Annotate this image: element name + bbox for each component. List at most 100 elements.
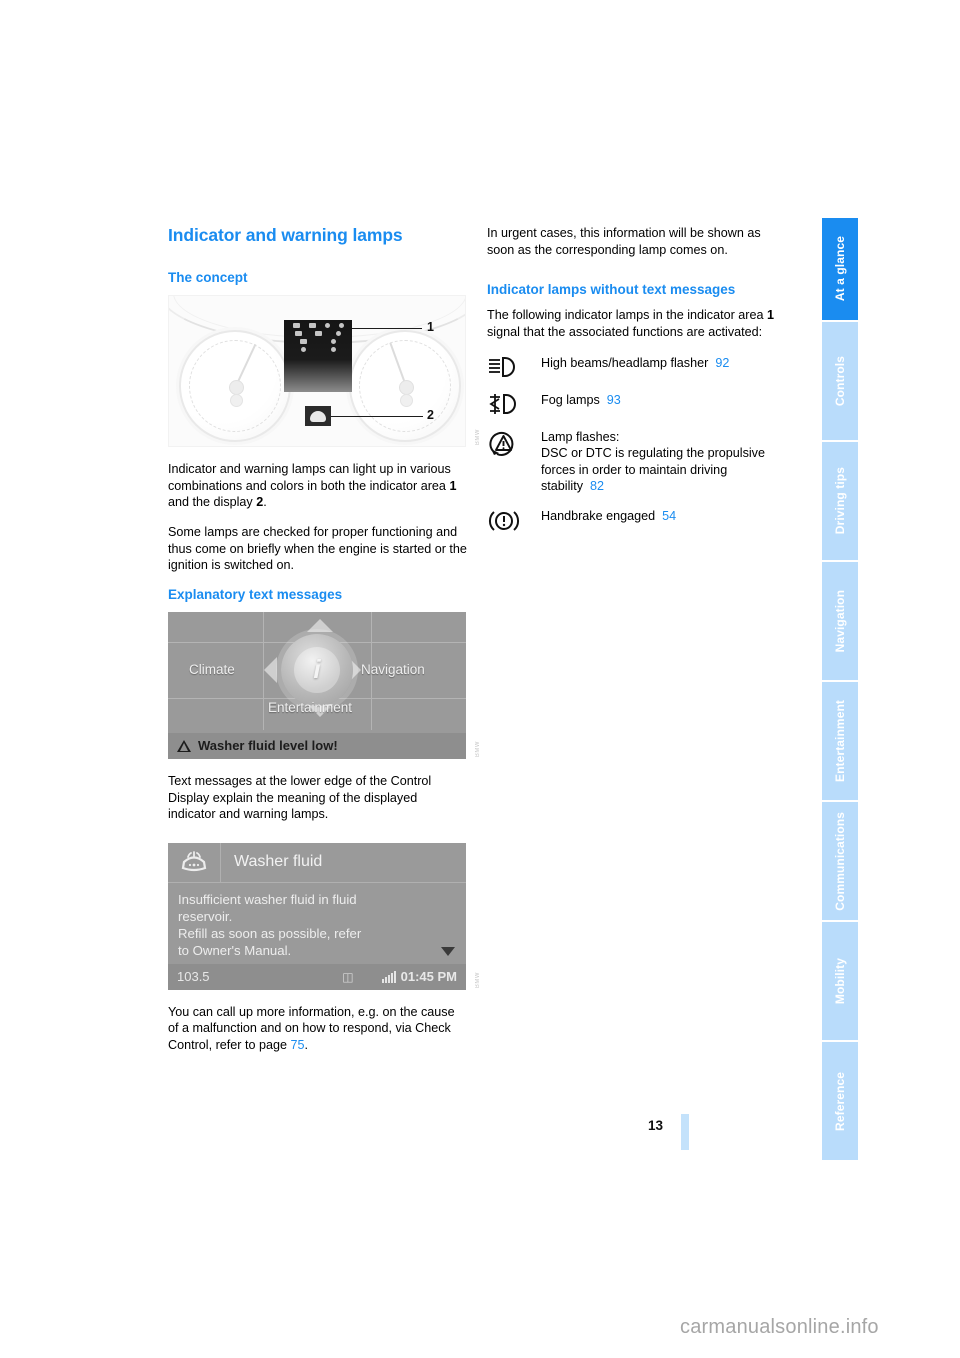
callout-leader-2 [331, 416, 423, 418]
page-reference[interactable]: 92 [715, 356, 729, 370]
callout-2: 2 [427, 408, 434, 423]
arrow-up-icon[interactable] [307, 618, 333, 632]
message-body: Insufficient washer fluid in fluid reser… [168, 883, 466, 959]
heading-explanatory-text-messages: Explanatory text messages [168, 586, 343, 602]
brake-telltale-icon [310, 410, 326, 422]
lamp-row [284, 336, 352, 345]
clock-time: 01:45 PM [400, 969, 457, 985]
chapter-tabs-sidebar: At a glance Controls Driving tips Naviga… [822, 218, 858, 1162]
concept-paragraph-2: Some lamps are checked for proper functi… [168, 524, 467, 573]
explanatory-paragraph-2: You can call up more information, e.g. o… [168, 1004, 468, 1054]
page-reference-75[interactable]: 75 [291, 1038, 305, 1052]
page-reference[interactable]: 54 [662, 509, 676, 523]
info-icon: i [294, 646, 340, 693]
menu-item-entertainment[interactable]: Entertainment [268, 700, 352, 715]
lamp-label-line-2: DSC or DTC is regulating the propulsive … [541, 446, 765, 494]
indicator-lamp-table: High beams/headlamp flasher 92 Fog lamps… [487, 354, 787, 534]
message-line: Refill as soon as possible, refer [178, 925, 362, 941]
message-header: Washer fluid [168, 842, 466, 883]
lamp-row [284, 320, 352, 329]
telltale-icon [300, 339, 307, 345]
lamp-label-line-1: Lamp flashes: [541, 429, 620, 444]
message-line: reservoir. [178, 908, 233, 924]
sidebar-tab-at-a-glance[interactable]: At a glance [822, 218, 858, 320]
control-display-status-bar: 103.5 ◫ 01:45 PM [168, 963, 466, 990]
radio-frequency: 103.5 [177, 969, 210, 985]
telltale-icon [292, 323, 300, 329]
sidebar-tab-reference[interactable]: Reference [822, 1042, 858, 1160]
indicator-lamp-area [284, 320, 352, 393]
figure-id-watermark: BMW [475, 740, 481, 757]
callout-leader-1 [352, 328, 422, 330]
lamp-row [284, 344, 352, 353]
page-reference[interactable]: 82 [590, 479, 604, 493]
table-cell-label: Lamp flashes: DSC or DTC is regulating th… [541, 428, 787, 495]
table-cell-label: High beams/headlamp flasher 92 [541, 354, 787, 372]
concept-p1-text-c: . [263, 495, 267, 510]
site-watermark: carmanualsonline.info [680, 1316, 879, 1338]
heading-the-concept: The concept [168, 270, 248, 285]
signal-strength-icon [381, 970, 396, 983]
control-display-status-message-bar: Washer fluid level low! [168, 732, 466, 759]
table-row: High beams/headlamp flasher 92 [487, 354, 787, 379]
handbrake-icon [487, 507, 541, 534]
sidebar-tab-controls[interactable]: Controls [822, 322, 858, 440]
sidebar-tab-label: Mobility [833, 957, 847, 1005]
sidebar-tab-label: Navigation [833, 589, 847, 653]
lamps-intro-a: The following indicator lamps in the ind… [487, 308, 768, 323]
sidebar-tab-navigation[interactable]: Navigation [822, 562, 858, 680]
table-row: Handbrake engaged 54 [487, 507, 787, 534]
control-display-washer-fluid-message: Washer fluid Insufficient washer fluid i… [168, 842, 466, 990]
sidebar-tab-label: Reference [833, 1071, 847, 1131]
lamps-intro-c: signal that the associated functions are… [487, 324, 763, 339]
telltale-icon [338, 323, 344, 329]
table-row: Fog lamps 93 [487, 391, 787, 416]
sidebar-tab-entertainment[interactable]: Entertainment [822, 682, 858, 800]
scroll-down-caret-icon[interactable] [441, 946, 455, 956]
sidebar-tab-label: Entertainment [833, 700, 847, 782]
figure-id-watermark: BMW [475, 429, 481, 446]
instrument-cluster-illustration: 1 2 [168, 295, 466, 448]
menu-item-climate[interactable]: Climate [189, 662, 235, 677]
explanatory-paragraph-1: Text messages at the lower edge of the C… [168, 773, 432, 822]
sidebar-tab-communications[interactable]: Communications [822, 802, 858, 920]
fog-lamp-icon [487, 391, 541, 416]
left-column: Indicator and warning lamps The concept [168, 225, 481, 1054]
sidebar-tab-driving-tips[interactable]: Driving tips [822, 442, 858, 560]
page-reference[interactable]: 93 [607, 393, 621, 407]
figure-control-display-washer-fluid: Washer fluid Insufficient washer fluid i… [168, 842, 481, 990]
sidebar-tab-label: Controls [833, 355, 847, 407]
telltale-icon [300, 347, 306, 353]
sim-card-icon: ◫ [342, 969, 354, 984]
telltale-icon [315, 331, 323, 337]
figure-id-watermark: BMW [475, 971, 481, 988]
concept-p1-text-a: Indicator and warning lamps can light up… [168, 462, 451, 493]
lamp-label: High beams/headlamp flasher [541, 355, 709, 370]
page-number: 13 [648, 1118, 664, 1133]
sidebar-tab-label: Communications [833, 811, 847, 911]
figure-instrument-cluster: 1 2 BMW [168, 295, 481, 448]
lamps-intro-paragraph: The following indicator lamps in the ind… [487, 307, 787, 340]
warning-triangle-icon [177, 739, 191, 752]
concept-paragraph-1: Indicator and warning lamps can light up… [168, 461, 468, 511]
controller-knob[interactable]: i [281, 633, 353, 706]
table-cell-label: Fog lamps 93 [541, 391, 787, 409]
page-title: Indicator and warning lamps [168, 225, 403, 245]
heading-indicator-lamps-without-text-messages: Indicator lamps without text messages [487, 282, 736, 298]
telltale-icon [294, 331, 302, 337]
urgent-cases-paragraph: In urgent cases, this information will b… [487, 226, 761, 257]
menu-item-navigation[interactable]: Navigation [361, 662, 425, 677]
manual-page: Indicator and warning lamps The concept [0, 0, 960, 1358]
dsc-warning-triangle-icon [487, 428, 541, 459]
callout-1: 1 [427, 320, 434, 335]
sidebar-tab-mobility[interactable]: Mobility [822, 922, 858, 1040]
message-line: to Owner's Manual. [178, 942, 292, 958]
display-area-lamp [305, 406, 331, 427]
concept-p1-ref-1: 1 [449, 478, 457, 493]
lamp-label: Handbrake engaged [541, 508, 656, 523]
explanatory-p2-text-a: You can call up more information, e.g. o… [168, 1004, 455, 1052]
arrow-left-icon[interactable] [264, 656, 277, 683]
table-cell-label: Handbrake engaged 54 [541, 507, 787, 525]
telltale-icon [308, 323, 316, 329]
high-beam-icon [487, 354, 541, 379]
